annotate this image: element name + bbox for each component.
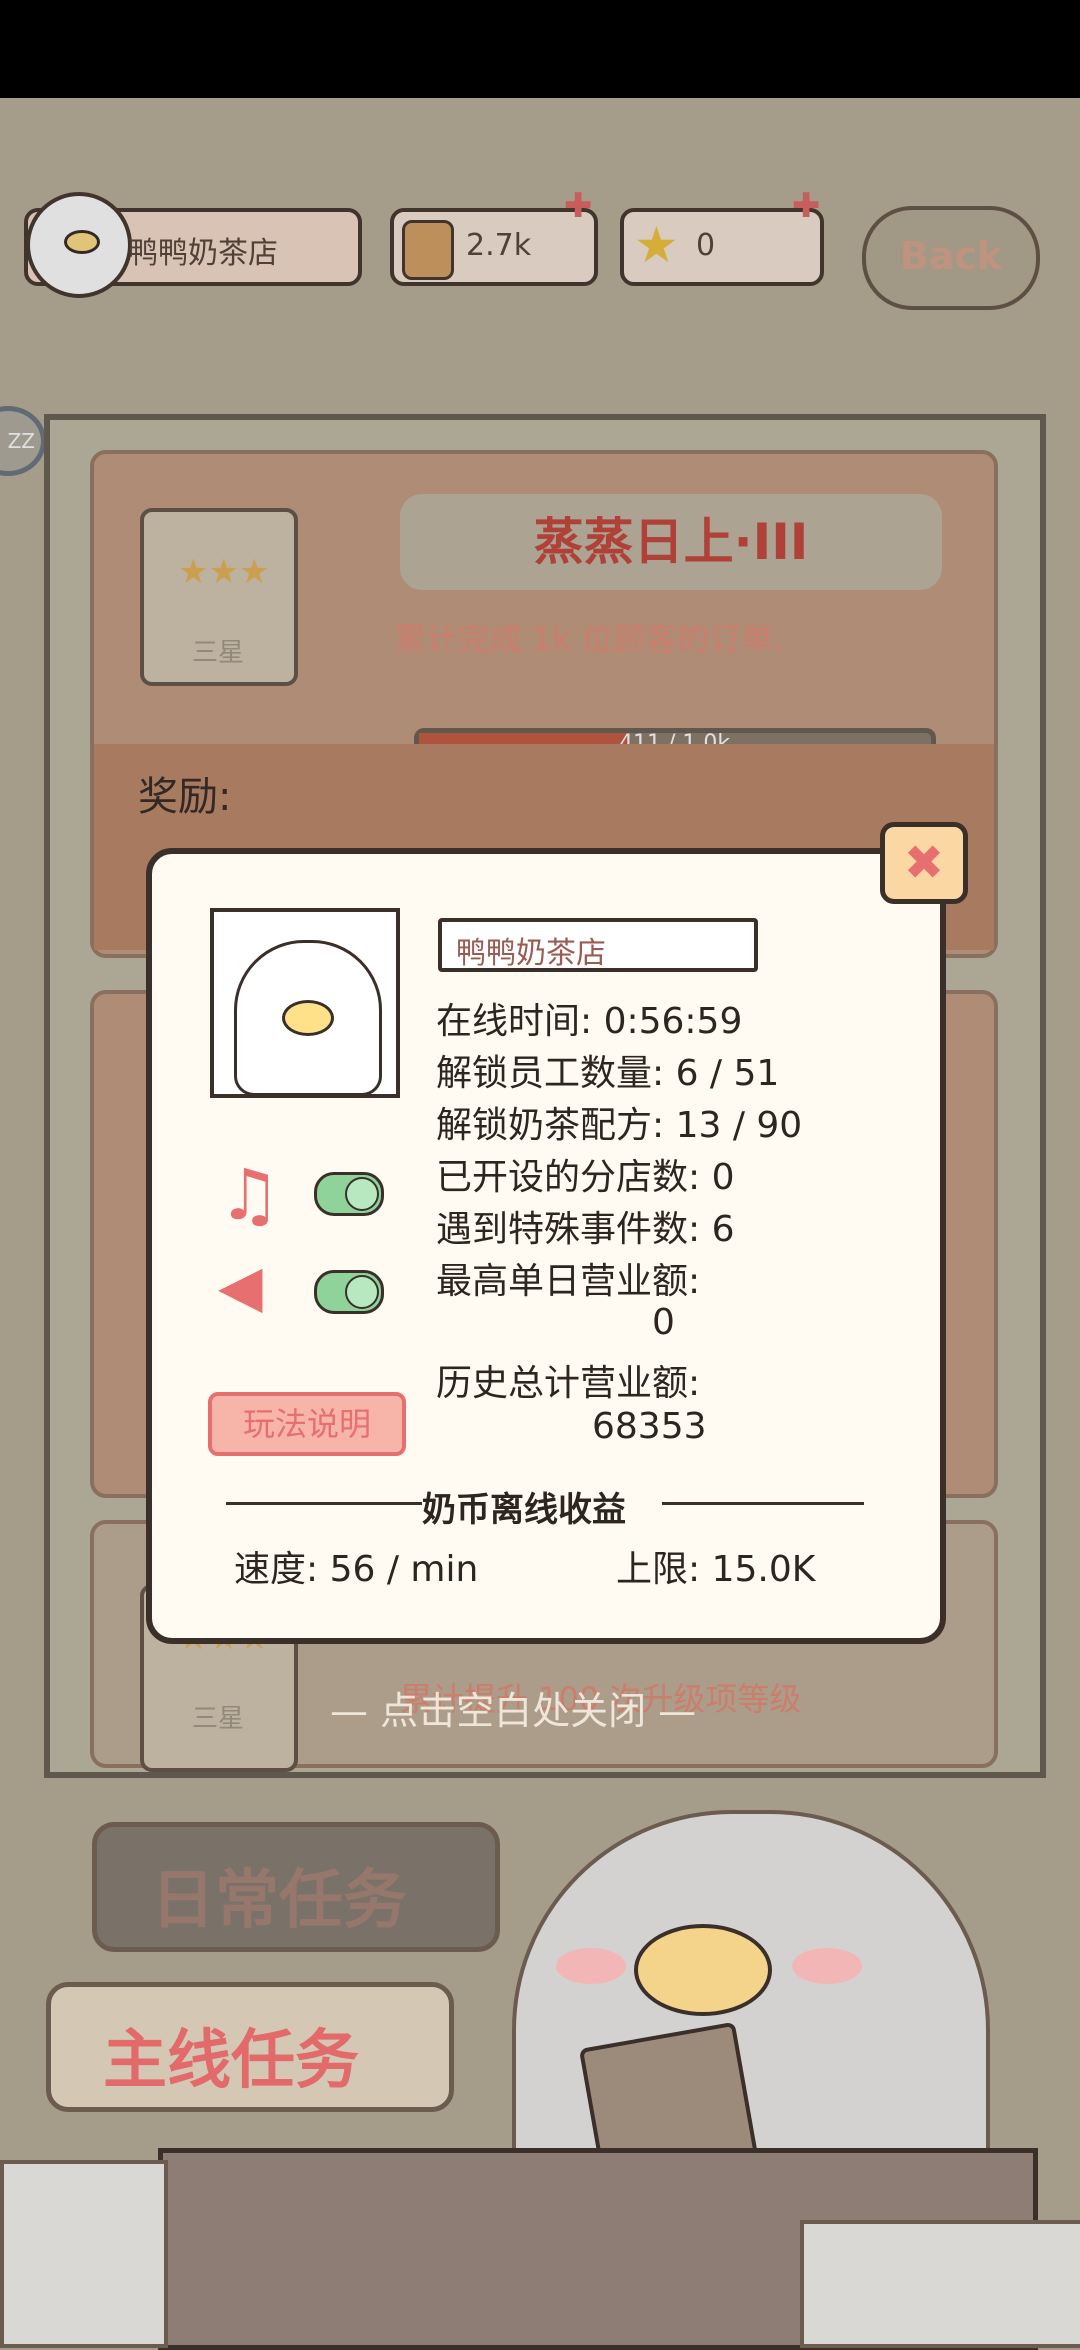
best-day-value: 0: [652, 1302, 675, 1343]
duck-blush-left: [556, 1948, 626, 1984]
speaker-icon: ◀: [218, 1252, 263, 1320]
offline-speed: 速度: 56 / min: [234, 1549, 479, 1590]
paper-stack-right: [800, 2220, 1080, 2348]
main-tasks-tab[interactable]: 主线任务: [46, 1982, 454, 2112]
daily-tasks-label: 日常任务: [151, 1864, 407, 1938]
music-icon: ♫: [218, 1154, 281, 1236]
special-events-count: 遇到特殊事件数: 6: [436, 1209, 735, 1250]
divider-left: [226, 1502, 422, 1505]
best-day-label: 最高单日营业额:: [436, 1261, 701, 1302]
profile-avatar: [210, 908, 400, 1098]
daily-tasks-tab[interactable]: 日常任务: [92, 1822, 500, 1952]
branch-count: 已开设的分店数: 0: [436, 1157, 735, 1198]
main-tasks-label: 主线任务: [103, 2024, 359, 2098]
total-revenue-label: 历史总计营业额:: [436, 1363, 701, 1404]
guide-button[interactable]: 玩法说明: [208, 1392, 406, 1456]
status-bar: [0, 0, 1080, 98]
shop-name-value: 鸭鸭奶茶店: [456, 936, 606, 971]
stats-modal: 鸭鸭奶茶店 在线时间: 0:56:59 解锁员工数量: 6 / 51 解锁奶茶配…: [146, 848, 946, 1644]
total-revenue-value: 68353: [592, 1406, 707, 1447]
duck-blush-right: [792, 1948, 862, 1984]
online-time: 在线时间: 0:56:59: [436, 1001, 743, 1042]
duck-beak: [634, 1924, 772, 2016]
sound-toggle[interactable]: [314, 1270, 384, 1314]
offline-header: 奶币离线收益: [422, 1490, 626, 1530]
close-button[interactable]: ✖: [880, 822, 968, 904]
divider-right: [662, 1502, 864, 1505]
paper-stack-left: [0, 2160, 168, 2348]
shop-name-field[interactable]: 鸭鸭奶茶店: [438, 918, 758, 972]
staff-unlocked: 解锁员工数量: 6 / 51: [436, 1053, 780, 1094]
music-toggle[interactable]: [314, 1172, 384, 1216]
close-hint: — 点击空白处关闭 —: [330, 1689, 697, 1733]
offline-limit: 上限: 15.0K: [616, 1549, 816, 1590]
recipes-unlocked: 解锁奶茶配方: 13 / 90: [436, 1105, 803, 1146]
